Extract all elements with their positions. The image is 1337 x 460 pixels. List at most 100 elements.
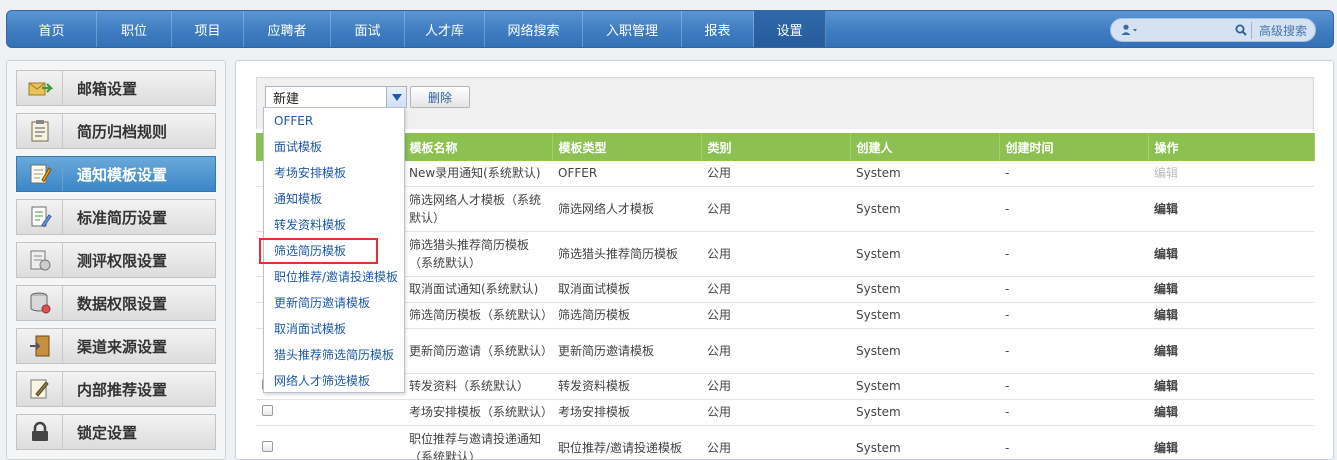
door-exit-icon [17,329,63,363]
dropdown-option-resume-update-invitation-template[interactable]: 更新简历邀请模板 [264,290,404,316]
template-name: New录用通知(系统默认) [403,161,552,187]
sidebar-item-data-permissions[interactable]: 数据权限设置 [16,285,216,321]
column-header-creator[interactable]: 创建人 [850,133,1000,161]
template-type: 更新简历邀请模板 [552,328,701,374]
template-type: 转发资料模板 [552,373,701,400]
edit-link[interactable]: 编辑 [1148,186,1314,232]
edit-link[interactable]: 编辑 [1148,231,1314,277]
nav-talent-pool[interactable]: 人才库 [405,11,485,47]
sidebar-item-internal-referral[interactable]: 内部推荐设置 [16,371,216,407]
template-name: 转发资料（系统默认） [403,373,552,400]
template-created-time: - [999,276,1148,303]
template-category: 公用 [701,373,850,400]
lock-icon [17,415,63,449]
row-checkbox-cell [256,399,403,426]
template-created-time: - [999,186,1148,232]
template-category: 公用 [701,302,850,329]
template-creator: System [850,399,999,426]
delete-button[interactable]: 删除 [410,86,470,108]
template-name: 筛选简历模板（系统默认） [403,302,553,329]
template-category: 公用 [701,231,850,277]
dropdown-option-resume-screening-template[interactable]: 筛选简历模板 [259,238,378,264]
row-checkbox[interactable] [262,440,273,452]
table-row: 转发资料（系统默认） 转发资料模板 公用 System - 编辑 [256,373,1314,400]
template-category: 公用 [701,328,850,374]
template-created-time: - [999,425,1148,460]
sidebar-item-notification-templates[interactable]: 通知模板设置 [16,156,216,192]
nav-projects[interactable]: 项目 [172,11,244,47]
nav-positions[interactable]: 职位 [97,11,172,47]
dropdown-option-exam-arrangement-template[interactable]: 考场安排模板 [264,160,404,186]
table-row: 职位推荐与邀请投递通知（系统默认） 职位推荐/邀请投递模板 公用 System … [256,425,1314,460]
top-nav-bar: 首页 职位 项目 应聘者 面试 人才库 网络搜索 入职管理 报表 设置 高级搜索 [6,10,1334,48]
template-category: 公用 [701,399,850,426]
nav-applicants[interactable]: 应聘者 [244,11,331,47]
template-category: 公用 [701,186,850,232]
template-created-time: - [999,328,1148,374]
dropdown-option-job-referral-template[interactable]: 职位推荐/邀请投递模板 [264,264,404,290]
template-creator: System [850,231,999,277]
column-header-category[interactable]: 类别 [701,133,851,161]
table-row: 考场安排模板（系统默认） 考场安排模板 公用 System - 编辑 [256,399,1314,426]
template-creator: System [850,328,999,374]
test-document-icon [17,243,63,277]
column-header-created-time[interactable]: 创建时间 [999,133,1149,161]
dropdown-option-offer[interactable]: OFFER [264,108,404,134]
template-created-time: - [999,302,1148,329]
search-icon[interactable] [1231,24,1251,36]
template-name: 更新简历邀请（系统默认） [403,328,553,374]
nav-interviews[interactable]: 面试 [331,11,405,47]
nav-settings[interactable]: 设置 [754,11,826,47]
template-name: 职位推荐与邀请投递通知（系统默认） [403,425,552,460]
edit-link[interactable]: 编辑 [1148,425,1314,460]
dropdown-option-headhunter-screening-template[interactable]: 猎头推荐筛选简历模板 [264,342,404,368]
dropdown-option-notification-template[interactable]: 通知模板 [264,186,404,212]
table-row: 筛选猎头推荐简历模板（系统默认） 筛选猎头推荐简历模板 公用 System - … [256,231,1314,277]
chevron-down-icon[interactable] [386,87,406,107]
column-header-name[interactable]: 模板名称 [403,133,553,161]
edit-link[interactable]: 编辑 [1148,276,1314,303]
dropdown-option-cancel-interview-template[interactable]: 取消面试模板 [264,316,404,342]
template-creator: System [850,302,999,329]
sidebar-item-assessment-permissions[interactable]: 测评权限设置 [16,242,216,278]
nav-reports[interactable]: 报表 [682,11,754,47]
sidebar-item-standard-resume[interactable]: 标准简历设置 [16,199,216,235]
dropdown-option-interview-template[interactable]: 面试模板 [264,134,404,160]
sidebar-item-channel-sources[interactable]: 渠道来源设置 [16,328,216,364]
template-type: 取消面试模板 [552,276,701,303]
search-box[interactable]: 高级搜索 [1110,18,1316,42]
advanced-search-link[interactable]: 高级搜索 [1250,21,1315,39]
edit-link[interactable]: 编辑 [1148,373,1314,400]
template-category: 公用 [701,276,850,303]
user-dropdown-icon[interactable] [1111,24,1139,36]
template-name: 取消面试通知(系统默认) [403,276,552,303]
nav-onboarding[interactable]: 入职管理 [583,11,682,47]
edit-link[interactable]: 编辑 [1148,302,1314,329]
template-table: 模板名称 模板类型 类别 创建人 创建时间 操作 New录用通知(系统默认) O… [256,133,1315,460]
nav-web-search[interactable]: 网络搜索 [485,11,583,47]
column-header-type[interactable]: 模板类型 [552,133,702,161]
sidebar-item-mailbox[interactable]: 邮箱设置 [16,70,216,106]
dropdown-option-web-talent-screening-template[interactable]: 网络人才筛选模板 [264,368,404,394]
table-row: 筛选网络人才模板（系统默认） 筛选网络人才模板 公用 System - 编辑 [256,186,1314,232]
sidebar-item-lock-settings[interactable]: 锁定设置 [16,414,216,450]
template-toolbar: 新建 删除 [256,77,1314,129]
row-checkbox[interactable] [262,405,273,416]
template-creator: System [850,373,999,400]
template-name: 考场安排模板（系统默认） [403,399,553,426]
row-checkbox-cell [256,425,403,460]
template-type: OFFER [552,161,701,187]
table-header-row: 模板名称 模板类型 类别 创建人 创建时间 操作 [256,133,1315,161]
sidebar-item-resume-archive[interactable]: 简历归档规则 [16,113,216,149]
mailbox-icon [17,71,63,105]
template-created-time: - [999,399,1148,426]
settings-sidebar: 邮箱设置 简历归档规则 通知模板设置 标准简历设置 测评权限设置 数据权限设置 [6,60,226,460]
edit-link[interactable]: 编辑 [1148,328,1314,374]
edit-link[interactable]: 编辑 [1148,399,1314,426]
dropdown-option-forward-material-template[interactable]: 转发资料模板 [264,212,404,238]
nav-home[interactable]: 首页 [7,11,97,47]
template-created-time: - [999,161,1148,187]
table-row: New录用通知(系统默认) OFFER 公用 System - 编辑 [256,161,1314,187]
new-template-select[interactable]: 新建 [265,86,407,108]
template-name: 筛选网络人才模板（系统默认） [403,186,552,232]
